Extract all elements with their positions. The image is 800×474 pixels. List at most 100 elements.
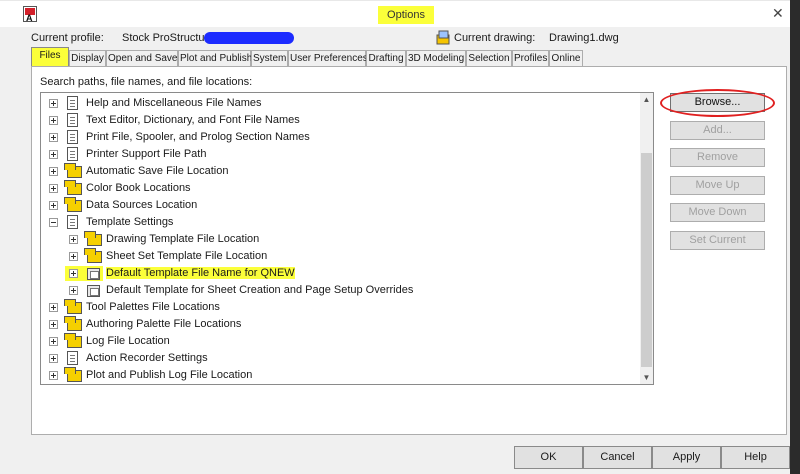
tree-item[interactable]: Plot and Publish Log File Location (41, 367, 641, 384)
tree-item-label: Help and Miscellaneous File Names (86, 97, 262, 109)
folder-icon (84, 248, 102, 263)
template-file-icon (87, 268, 100, 280)
tab-online[interactable]: Online (549, 50, 583, 67)
expand-plus-icon[interactable] (69, 235, 78, 244)
expand-plus-icon[interactable] (49, 99, 58, 108)
current-drawing-value: Drawing1.dwg (549, 32, 619, 44)
expand-plus-icon[interactable] (49, 184, 58, 193)
expand-plus-icon[interactable] (49, 116, 58, 125)
file-locations-tree[interactable]: Help and Miscellaneous File Names Text Ed… (40, 92, 654, 385)
folder-icon (64, 180, 82, 195)
add-button[interactable]: Add... (670, 121, 765, 140)
tree-item[interactable]: Drawing Template File Location (41, 231, 641, 248)
expand-plus-icon[interactable] (49, 337, 58, 346)
tree-item-label: Text Editor, Dictionary, and Font File N… (86, 114, 300, 126)
dialog-title: Options (378, 6, 434, 24)
expand-plus-icon[interactable] (49, 201, 58, 210)
remove-button[interactable]: Remove (670, 148, 765, 167)
tree-item[interactable]: Data Sources Location (41, 197, 641, 214)
tree-item[interactable]: Authoring Palette File Locations (41, 316, 641, 333)
tree-item-label: Plot and Publish Log File Location (86, 369, 253, 381)
current-drawing-label: Current drawing: (454, 32, 536, 44)
tab-open-and-save[interactable]: Open and Save (106, 50, 178, 67)
tree-item[interactable]: Color Book Locations (41, 180, 641, 197)
cancel-button[interactable]: Cancel (583, 446, 652, 469)
help-button[interactable]: Help (721, 446, 790, 469)
drawing-file-icon (436, 30, 451, 45)
folder-icon (64, 316, 82, 331)
tree-item[interactable]: Help and Miscellaneous File Names (41, 95, 641, 112)
folder-icon (84, 231, 102, 246)
tree-item[interactable]: Sheet Set Template File Location (41, 248, 641, 265)
tree-item-label: Template Settings (86, 216, 174, 228)
tree-item[interactable]: Action Recorder Settings (41, 350, 641, 367)
tab-profiles[interactable]: Profiles (512, 50, 549, 67)
tree-item-label: Action Recorder Settings (86, 352, 208, 364)
folder-icon (64, 299, 82, 314)
collapse-minus-icon[interactable] (49, 218, 58, 227)
move-down-button[interactable]: Move Down (670, 203, 765, 222)
tree-item[interactable]: Printer Support File Path (41, 146, 641, 163)
expand-plus-icon[interactable] (49, 320, 58, 329)
tab-system[interactable]: System (251, 50, 288, 67)
expand-plus-icon[interactable] (49, 371, 58, 380)
tab-selection[interactable]: Selection (466, 50, 512, 67)
tree-item-label: Drawing Template File Location (106, 233, 260, 245)
folder-icon (64, 163, 82, 178)
annotation-circle (660, 89, 775, 117)
document-icon (67, 113, 78, 127)
expand-plus-icon[interactable] (49, 354, 58, 363)
tab-plot-and-publish[interactable]: Plot and Publish (178, 50, 252, 67)
scroll-down-arrow-icon[interactable]: ▼ (640, 371, 653, 384)
expand-plus-icon[interactable] (49, 150, 58, 159)
folder-icon (64, 333, 82, 348)
folder-icon (64, 197, 82, 212)
document-icon (67, 351, 78, 365)
tree-item[interactable]: Print File, Spooler, and Prolog Section … (41, 129, 641, 146)
tree-item-label: Color Book Locations (86, 182, 191, 194)
tree-item-label: Authoring Palette File Locations (86, 318, 242, 330)
current-profile-label: Current profile: (31, 32, 104, 44)
tree-item-label: Tool Palettes File Locations (86, 301, 220, 313)
apply-button[interactable]: Apply (652, 446, 721, 469)
tree-item-label: Default Template for Sheet Creation and … (106, 284, 414, 296)
expand-plus-icon[interactable] (49, 133, 58, 142)
ok-button[interactable]: OK (514, 446, 583, 469)
document-icon (67, 130, 78, 144)
tree-item-label: Log File Location (86, 335, 170, 347)
tree-item[interactable]: Default Template for Sheet Creation and … (41, 282, 641, 299)
profile-redaction-mark (204, 32, 294, 44)
tree-item-label: Sheet Set Template File Location (106, 250, 268, 262)
expand-plus-icon[interactable] (69, 286, 78, 295)
expand-plus-icon[interactable] (49, 303, 58, 312)
tree-item[interactable]: Automatic Save File Location (41, 163, 641, 180)
expand-plus-icon[interactable] (69, 269, 78, 278)
autocad-app-icon: A (23, 6, 37, 23)
tree-item-label: Print File, Spooler, and Prolog Section … (86, 131, 310, 143)
document-icon (67, 96, 78, 110)
tab-3d-modeling[interactable]: 3D Modeling (406, 50, 466, 67)
set-current-button[interactable]: Set Current (670, 231, 765, 250)
tab-files[interactable]: Files (31, 47, 69, 68)
tree-item[interactable]: Tool Palettes File Locations (41, 299, 641, 316)
folder-icon (64, 367, 82, 382)
title-bar: A Options ✕ (0, 1, 790, 27)
tab-display[interactable]: Display (69, 50, 106, 67)
document-icon (67, 147, 78, 161)
settings-document-icon (67, 215, 78, 229)
expand-plus-icon[interactable] (69, 252, 78, 261)
tree-item[interactable]: Log File Location (41, 333, 641, 350)
scroll-up-arrow-icon[interactable]: ▲ (640, 93, 653, 106)
expand-plus-icon[interactable] (49, 167, 58, 176)
search-paths-label: Search paths, file names, and file locat… (40, 76, 253, 88)
tree-item-label: Default Template File Name for QNEW (106, 267, 295, 279)
tab-drafting[interactable]: Drafting (366, 50, 406, 67)
tree-item[interactable]: Template Settings (41, 214, 641, 231)
tree-item[interactable]: Default Template File Name for QNEW (41, 265, 641, 282)
tree-scrollbar[interactable]: ▲ ▼ (640, 93, 653, 384)
move-up-button[interactable]: Move Up (670, 176, 765, 195)
scroll-thumb[interactable] (641, 153, 652, 367)
tree-item[interactable]: Text Editor, Dictionary, and Font File N… (41, 112, 641, 129)
close-icon[interactable]: ✕ (772, 5, 784, 22)
tab-user-preferences[interactable]: User Preferences (288, 50, 368, 67)
